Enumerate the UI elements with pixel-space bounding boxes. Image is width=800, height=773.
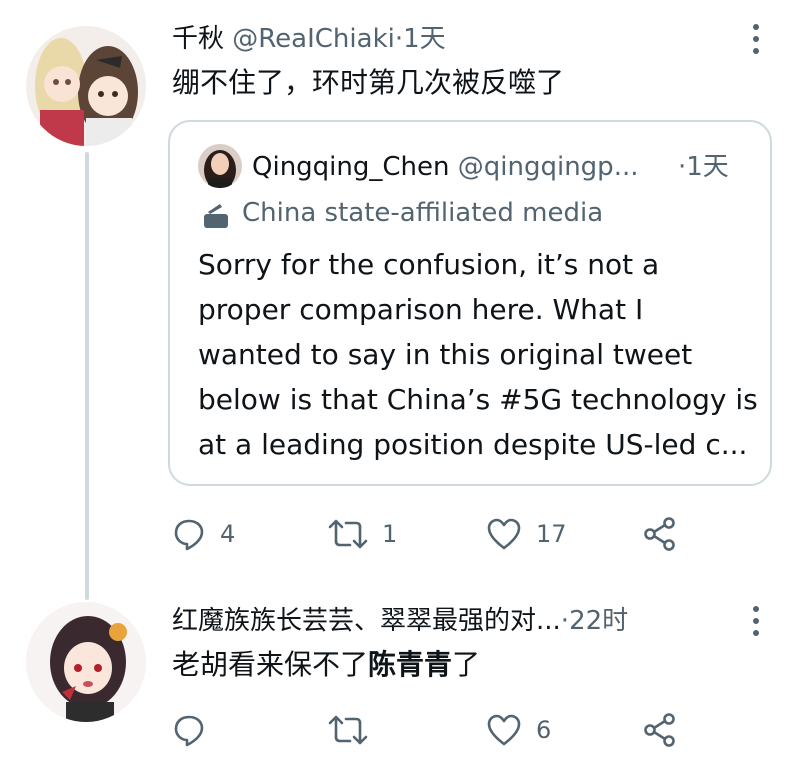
avatar-image	[26, 602, 146, 722]
quoted-text-line: Sorry for the confusion, it’s not a	[198, 248, 660, 281]
avatar-image	[26, 26, 146, 146]
reply-count: 4	[220, 520, 236, 548]
share-icon	[644, 713, 675, 747]
quoted-avatar[interactable]	[198, 144, 242, 188]
quoted-avatar-image	[198, 144, 242, 188]
quoted-tweet-text: Sorry for the confusion, it’s not a prop…	[198, 242, 758, 467]
retweet-icon	[328, 519, 368, 549]
share-button[interactable]	[642, 710, 678, 750]
like-icon	[487, 714, 521, 746]
reply-button[interactable]	[172, 710, 220, 750]
quoted-tweet-card[interactable]: Qingqing_Chen @qingqingp... ·1天 China st…	[168, 120, 772, 486]
tweet-text-plain: 老胡看来保不了	[172, 648, 369, 681]
quoted-user-name[interactable]: Qingqing_Chen	[252, 152, 450, 182]
share-button[interactable]	[642, 514, 678, 554]
thread-line	[85, 152, 89, 600]
quoted-text-line: at a leading position despite US-led c..…	[198, 428, 748, 461]
quoted-header: Qingqing_Chen @qingqingp...	[252, 150, 638, 184]
reply-icon	[174, 715, 204, 747]
state-media-label-text: China state-affiliated media	[242, 198, 604, 228]
like-count: 17	[536, 520, 567, 548]
reply-icon	[174, 519, 204, 551]
quoted-timestamp[interactable]: 1天	[686, 152, 729, 182]
state-media-icon	[200, 200, 232, 232]
quoted-text-line: proper comparison here. What I	[198, 293, 644, 326]
retweet-count: 1	[382, 520, 398, 548]
state-media-label: China state-affiliated media	[242, 196, 603, 230]
user-handle[interactable]: @ReaIChiaki	[232, 24, 395, 54]
retweet-button[interactable]: 1	[328, 514, 397, 554]
user-name[interactable]: 红魔族族长芸芸、翠翠最强的对...	[172, 606, 561, 636]
tweet-header: 千秋 @ReaIChiaki·1天	[172, 22, 446, 56]
tweet-text-tail: 了	[452, 648, 481, 681]
quoted-text-line: wanted to say in this original tweet	[198, 338, 693, 371]
quoted-text-line: below is that China’s #5G technology is	[198, 383, 758, 416]
retweet-icon	[328, 715, 368, 745]
tweet-text: 老胡看来保不了陈青青了	[172, 646, 480, 684]
quoted-user-handle[interactable]: @qingqingp...	[458, 152, 639, 182]
retweet-button[interactable]	[328, 710, 382, 750]
user-name[interactable]: 千秋	[172, 24, 224, 54]
tweet-actions: 6	[172, 710, 692, 750]
like-button[interactable]: 17	[486, 514, 567, 554]
like-count: 6	[536, 716, 552, 744]
more-options-icon[interactable]	[750, 606, 762, 636]
tweet-actions: 4 1 17	[172, 514, 692, 554]
more-options-icon[interactable]	[750, 24, 762, 54]
separator-dot: ·	[394, 24, 404, 54]
share-icon	[644, 517, 675, 551]
like-button[interactable]: 6	[486, 710, 551, 750]
avatar[interactable]	[26, 26, 146, 146]
timestamp[interactable]: 22时	[569, 606, 628, 636]
separator-dot: ·	[560, 606, 570, 636]
timestamp[interactable]: 1天	[403, 24, 446, 54]
tweet-text-highlight: 陈青青	[368, 648, 453, 681]
reply-button[interactable]: 4	[172, 514, 235, 554]
tweet-header: 红魔族族长芸芸、翠翠最强的对...·22时	[172, 604, 628, 638]
avatar[interactable]	[26, 602, 146, 722]
tweet-text: 绷不住了，环时第几次被反噬了	[172, 66, 565, 99]
like-icon	[487, 518, 521, 550]
quoted-time-group: ·1天	[678, 150, 729, 184]
